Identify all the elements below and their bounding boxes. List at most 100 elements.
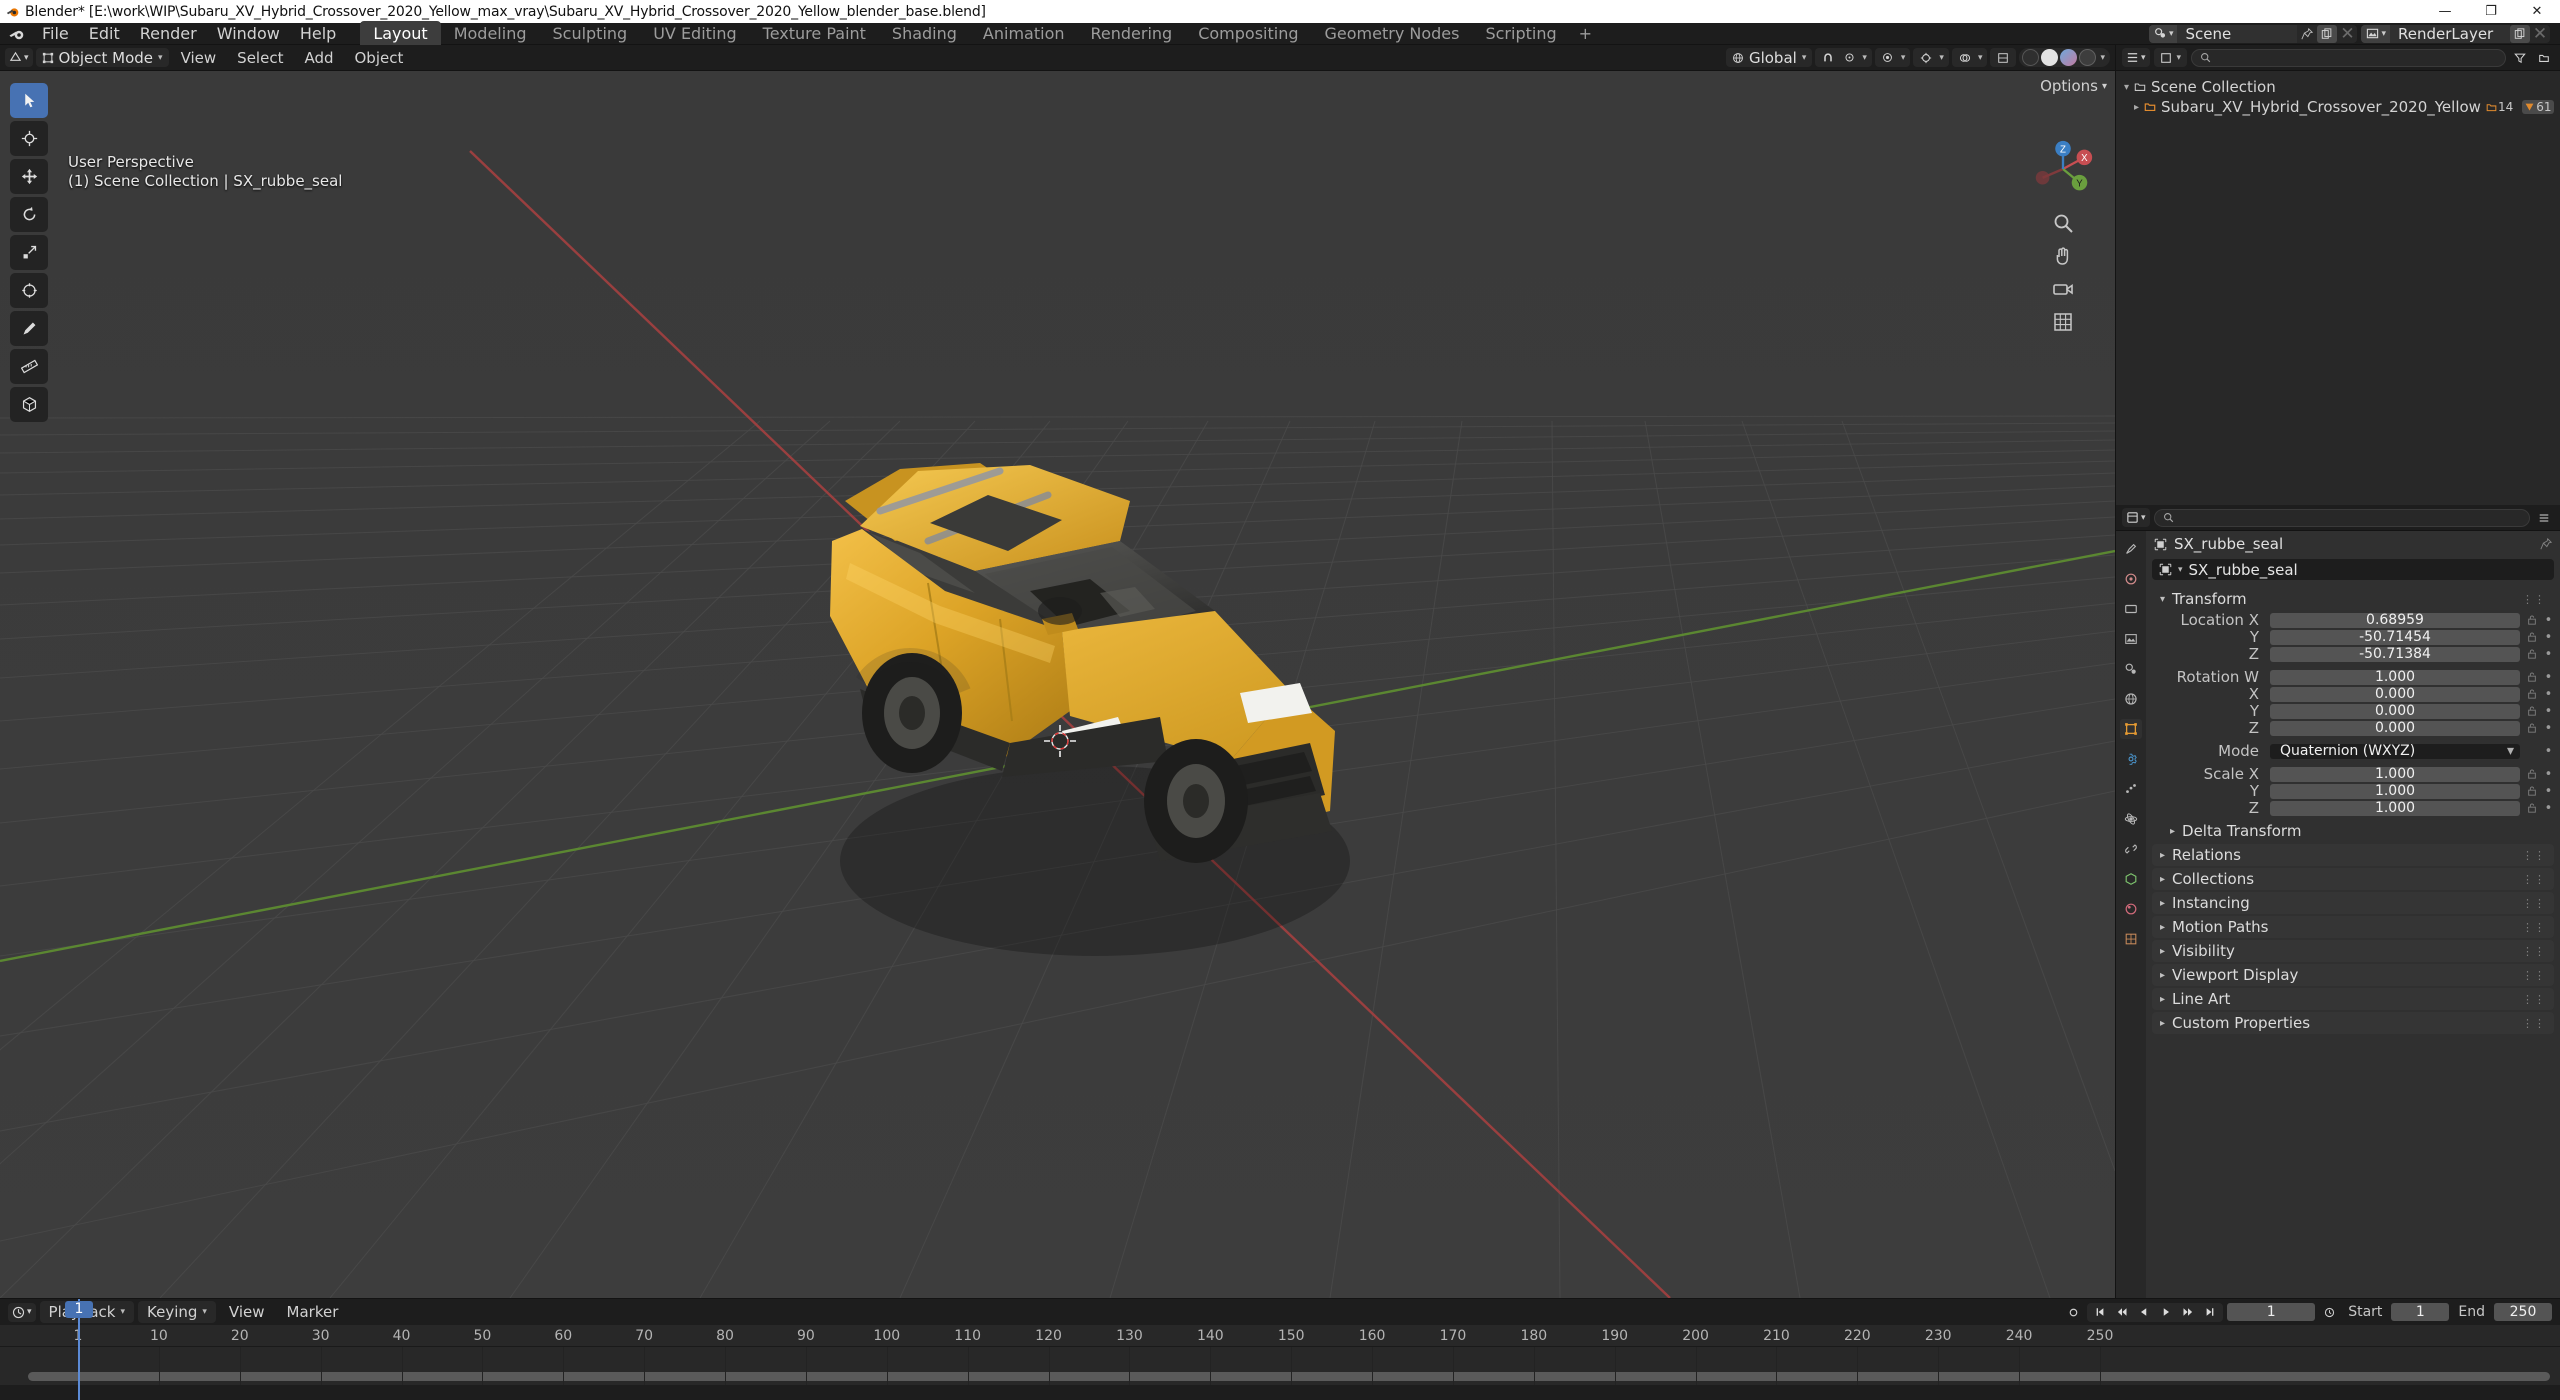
properties-search-input[interactable] [2153,508,2530,527]
snap-magnet-icon[interactable] [1818,48,1838,67]
delete-scene-icon[interactable]: ✕ [2337,24,2357,44]
play-reverse-button[interactable] [2134,1303,2154,1322]
value-location-z[interactable]: -50.71384 [2270,646,2520,662]
lock-icon[interactable] [2524,786,2539,796]
properties-search-field[interactable] [2178,509,2521,526]
animate-property-icon[interactable]: • [2543,767,2554,782]
timeline-menu-view[interactable]: View [220,1301,274,1323]
panel-drag-handle[interactable]: ⋮⋮ [2522,1017,2546,1030]
properties-tab-view-layer[interactable] [2120,629,2142,649]
properties-tab-world[interactable] [2120,689,2142,709]
lock-icon[interactable] [2524,803,2539,813]
animate-property-icon[interactable]: • [2543,801,2554,816]
value-rotation-y[interactable]: 0.000 [2270,703,2520,719]
panel-header-custom-properties[interactable]: ▸ Custom Properties ⋮⋮ [2152,1012,2554,1034]
outliner-search-input[interactable] [2191,48,2506,67]
jump-to-start-button[interactable] [2090,1303,2110,1322]
properties-tab-object-data[interactable] [2120,869,2142,889]
menu-edit[interactable]: Edit [79,22,130,45]
maximize-button[interactable]: ❐ [2468,0,2514,23]
toggle-xray-icon[interactable] [1993,48,2013,67]
pin-scene-icon[interactable] [2297,25,2317,43]
panel-header-visibility[interactable]: ▸ Visibility ⋮⋮ [2152,940,2554,962]
animate-property-icon[interactable]: • [2543,630,2554,645]
panel-drag-handle[interactable]: ⋮⋮ [2522,993,2546,1006]
shading-material-preview-icon[interactable] [2060,49,2078,66]
value-scale-y[interactable]: 1.000 [2270,783,2520,799]
panel-header-instancing[interactable]: ▸ Instancing ⋮⋮ [2152,892,2554,914]
auto-keying-icon[interactable] [2063,1303,2083,1322]
disclosure-triangle-icon[interactable]: ▾ [2124,82,2129,93]
start-frame-field[interactable]: 1 [2391,1303,2450,1321]
jump-to-prev-keyframe-button[interactable] [2112,1303,2132,1322]
animate-property-icon[interactable]: • [2543,613,2554,628]
cursor-tool[interactable] [10,121,48,156]
lock-icon[interactable] [2524,769,2539,779]
editor-type-selector[interactable]: ▾ [5,48,33,67]
snap-target-icon[interactable] [1839,48,1859,67]
tab-layout[interactable]: Layout [360,21,441,46]
value-rotation-z[interactable]: 0.000 [2270,720,2520,736]
new-view-layer-icon[interactable] [2510,24,2530,43]
end-frame-field[interactable]: 250 [2494,1303,2552,1321]
value-rotation-mode[interactable]: Quaternion (WXYZ) ▾ [2270,743,2520,759]
panel-header-viewport-display[interactable]: ▸ Viewport Display ⋮⋮ [2152,964,2554,986]
shading-rendered-icon[interactable] [2079,49,2097,66]
view-layer-icon[interactable]: ▾ [2361,24,2390,43]
panel-header-motion-paths[interactable]: ▸ Motion Paths ⋮⋮ [2152,916,2554,938]
transform-orientation-selector[interactable]: Global ▾ [1725,48,1813,67]
panel-drag-handle[interactable]: ⋮⋮ [2522,897,2546,910]
panel-drag-handle[interactable]: ⋮⋮ [2522,593,2546,606]
panel-drag-handle[interactable]: ⋮⋮ [2522,969,2546,982]
proportional-edit-icon[interactable] [1878,48,1898,67]
panel-header-delta-transform[interactable]: ▸ Delta Transform [2152,820,2554,842]
panel-header-collections[interactable]: ▸ Collections ⋮⋮ [2152,868,2554,890]
outliner-tree[interactable]: ▾ Scene Collection ▸ Subaru_XV_Hybrid_Cr… [2116,71,2560,505]
add-cube-tool[interactable] [10,387,48,422]
viewport-menu-add[interactable]: Add [295,47,342,69]
scene-selector[interactable]: ▾ Scene ✕ [2148,24,2358,44]
properties-options-icon[interactable] [2534,508,2554,527]
value-location-x[interactable]: 0.68959 [2270,612,2520,628]
viewport-menu-select[interactable]: Select [228,47,292,69]
panel-header-line-art[interactable]: ▸ Line Art ⋮⋮ [2152,988,2554,1010]
properties-tab-texture[interactable] [2120,929,2142,949]
view-layer-selector[interactable]: ▾ RenderLayer ✕ [2361,24,2550,44]
properties-tab-modifiers[interactable] [2120,749,2142,769]
panel-header-transform[interactable]: ▾ Transform ⋮⋮ [2152,588,2554,610]
grid-ortho-icon[interactable] [2050,309,2076,335]
camera-icon[interactable] [2050,276,2076,302]
new-scene-icon[interactable] [2317,24,2338,43]
show-gizmo-icon[interactable] [1916,48,1936,67]
timeline-track[interactable] [0,1347,2560,1385]
lock-icon[interactable] [2524,615,2539,625]
animate-property-icon[interactable]: • [2543,647,2554,662]
properties-tab-constraints[interactable] [2120,839,2142,859]
properties-tab-render[interactable] [2120,569,2142,589]
lock-icon[interactable] [2524,706,2539,716]
timeline-playhead[interactable]: 1 [65,1299,93,1400]
outliner-row-subaru-collection[interactable]: ▸ Subaru_XV_Hybrid_Crossover_2020_Yellow… [2120,97,2556,117]
tab-scripting[interactable]: Scripting [1472,21,1569,46]
properties-tab-tool[interactable] [2120,539,2142,559]
properties-tab-output[interactable] [2120,599,2142,619]
axis-gizmo[interactable]: X Y Z [2029,135,2097,203]
outliner-display-mode-selector[interactable]: ▾ [2153,48,2188,67]
properties-tab-physics[interactable] [2120,809,2142,829]
panel-drag-handle[interactable]: ⋮⋮ [2522,849,2546,862]
outliner-editor-type-selector[interactable]: ▾ [2122,48,2150,67]
properties-tab-material[interactable] [2120,899,2142,919]
current-frame-field[interactable]: 1 [2227,1303,2316,1321]
outliner-search-field[interactable] [2216,49,2497,66]
animate-property-icon[interactable]: • [2543,744,2554,759]
jump-to-next-keyframe-button[interactable] [2178,1303,2198,1322]
tab-compositing[interactable]: Compositing [1185,21,1311,46]
transform-tool[interactable] [10,273,48,308]
panel-drag-handle[interactable]: ⋮⋮ [2522,921,2546,934]
menu-window[interactable]: Window [207,22,290,45]
properties-editor-type-selector[interactable]: ▾ [2122,508,2150,527]
timeline-horizontal-scrollbar[interactable] [28,1372,2550,1381]
move-tool[interactable] [10,159,48,194]
menu-file[interactable]: File [32,22,79,45]
view-layer-name-field[interactable]: RenderLayer [2390,24,2510,43]
